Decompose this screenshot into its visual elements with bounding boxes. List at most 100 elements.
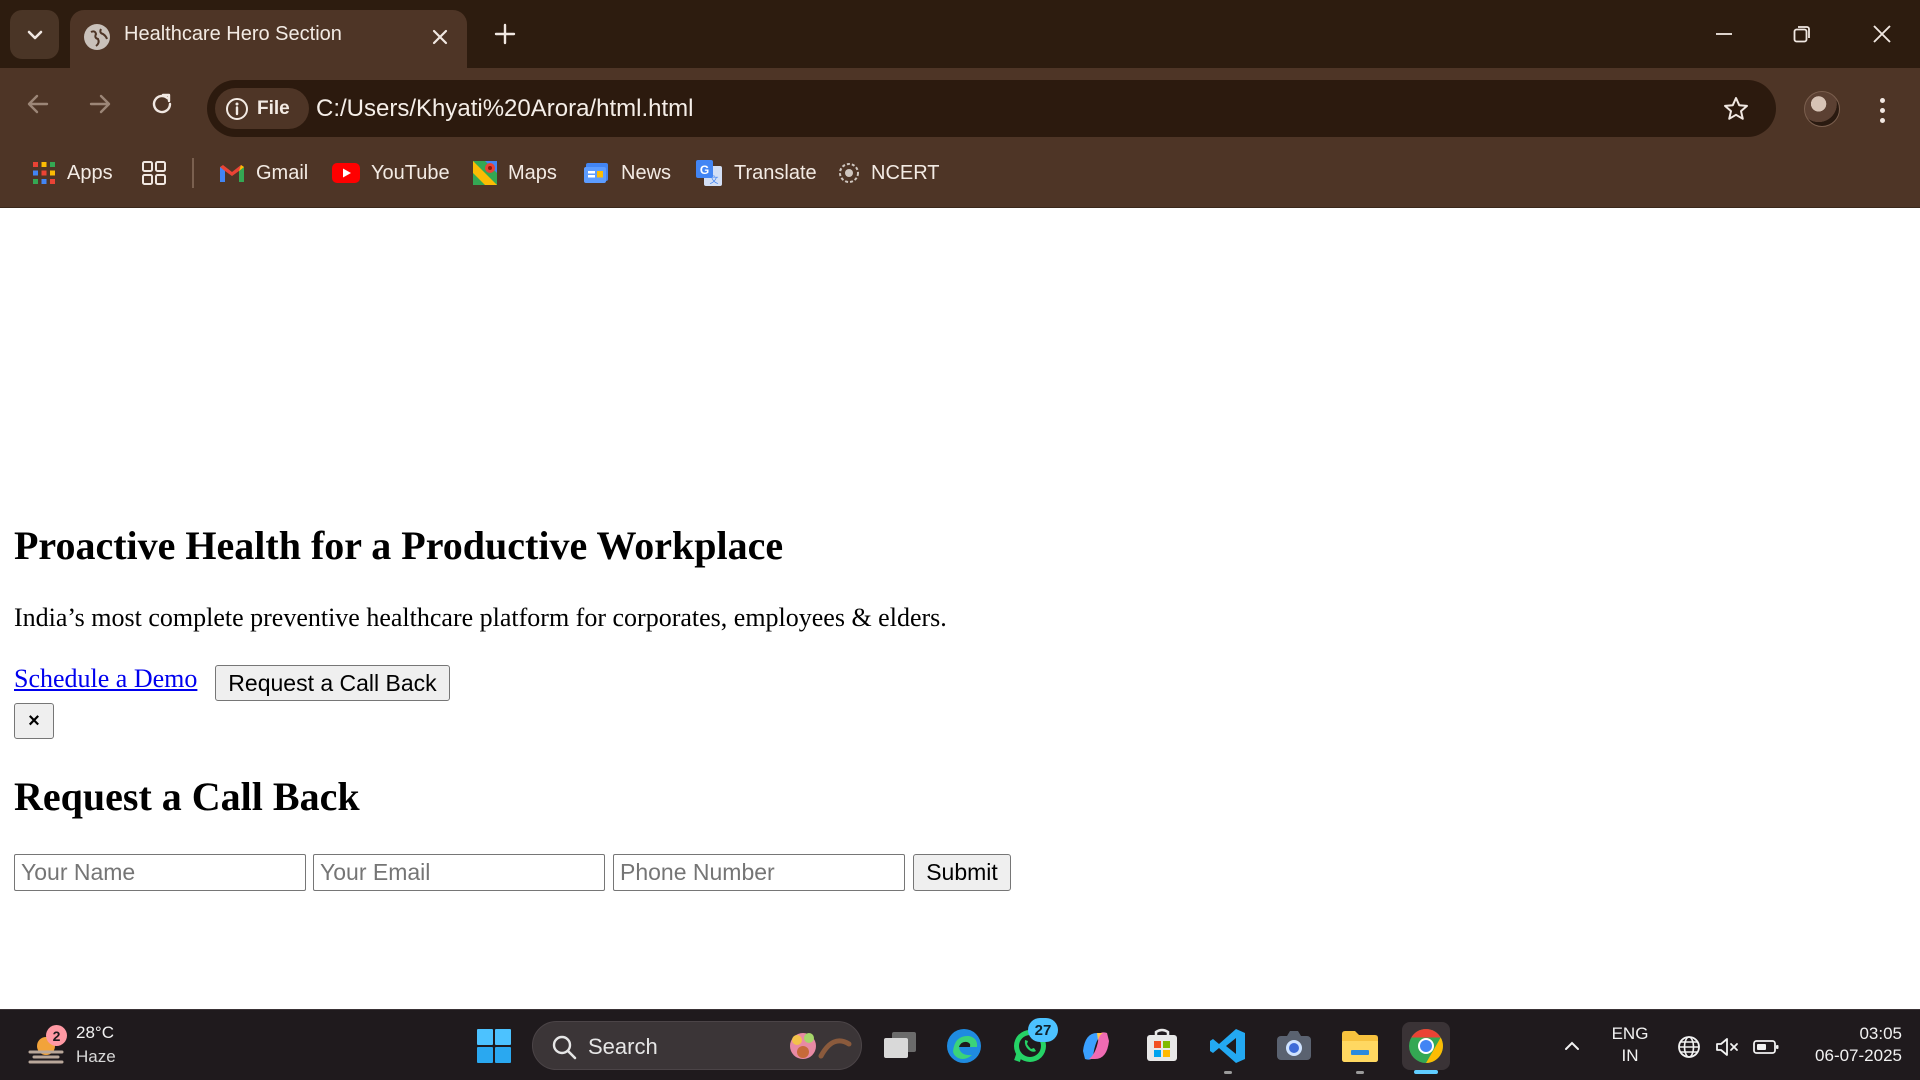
file-explorer-app[interactable] bbox=[1336, 1022, 1384, 1070]
edge-icon bbox=[947, 1029, 981, 1063]
bookmark-maps[interactable]: Maps bbox=[473, 156, 557, 190]
back-button[interactable] bbox=[16, 82, 60, 126]
bookmark-news[interactable]: News bbox=[584, 156, 671, 190]
svg-text:G: G bbox=[700, 163, 709, 177]
task-view-button[interactable] bbox=[876, 1022, 924, 1070]
weather-condition: Haze bbox=[76, 1047, 116, 1066]
bookmark-label: Maps bbox=[508, 161, 557, 184]
clock[interactable]: 03:05 06-07-2025 bbox=[1790, 1023, 1902, 1067]
chrome-active-indicator bbox=[1414, 1070, 1438, 1074]
restore-button[interactable] bbox=[1774, 10, 1830, 58]
profile-avatar[interactable] bbox=[1804, 91, 1840, 127]
tab-title: Healthcare Hero Section bbox=[124, 23, 342, 45]
youtube-icon bbox=[332, 163, 360, 183]
url-text[interactable]: C:/Users/Khyati%20Arora/html.html bbox=[316, 95, 693, 123]
windows-logo-icon bbox=[477, 1029, 511, 1063]
hero-title: Proactive Health for a Productive Workpl… bbox=[14, 523, 784, 568]
show-hidden-icons-button[interactable] bbox=[1552, 1022, 1592, 1070]
whatsapp-badge: 27 bbox=[1028, 1018, 1058, 1042]
explorer-running-indicator bbox=[1356, 1071, 1364, 1074]
site-info-label: File bbox=[257, 97, 290, 119]
arrow-left-icon bbox=[27, 94, 49, 114]
close-tab-icon[interactable] bbox=[427, 24, 453, 50]
gmail-icon bbox=[220, 165, 244, 182]
weather-widget[interactable]: 2 28°C Haze bbox=[26, 1020, 146, 1072]
clock-date: 06-07-2025 bbox=[1815, 1046, 1902, 1065]
tab-groups-icon bbox=[142, 161, 166, 185]
whatsapp-app[interactable]: 27 bbox=[1006, 1018, 1058, 1070]
hero-subtitle: India’s most complete preventive healthc… bbox=[14, 603, 947, 632]
submit-button[interactable]: Submit bbox=[913, 854, 1011, 891]
weather-temperature: 28°C bbox=[76, 1023, 114, 1042]
form-title: Request a Call Back bbox=[14, 774, 360, 819]
news-icon bbox=[584, 163, 608, 183]
vscode-app[interactable] bbox=[1204, 1022, 1252, 1070]
phone-input[interactable] bbox=[613, 854, 905, 891]
reload-button[interactable] bbox=[140, 82, 184, 126]
volume-muted-icon bbox=[1716, 1038, 1738, 1056]
close-icon bbox=[1873, 25, 1891, 43]
edge-app[interactable] bbox=[940, 1022, 988, 1070]
request-callback-button[interactable]: Request a Call Back bbox=[215, 665, 450, 701]
taskbar: 2 28°C Haze Search 27 ENG IN 03:05 06-07… bbox=[0, 1009, 1920, 1080]
store-icon bbox=[1147, 1028, 1177, 1061]
bookmark-translate[interactable]: G文 Translate bbox=[695, 156, 817, 190]
bookmark-star-icon[interactable] bbox=[1720, 93, 1752, 125]
browser-menu-icon[interactable] bbox=[1866, 90, 1898, 130]
bookmark-gmail[interactable]: Gmail bbox=[219, 156, 308, 190]
address-bar[interactable]: File C:/Users/Khyati%20Arora/html.html bbox=[207, 80, 1776, 137]
input-language[interactable]: ENG IN bbox=[1606, 1023, 1654, 1067]
close-modal-button[interactable]: × bbox=[14, 703, 54, 739]
bookmark-label: YouTube bbox=[371, 161, 450, 184]
svg-text:文: 文 bbox=[709, 174, 718, 185]
forward-button[interactable] bbox=[78, 82, 122, 126]
taskbar-search[interactable]: Search bbox=[532, 1021, 862, 1070]
translate-icon: G文 bbox=[696, 160, 722, 186]
name-input[interactable] bbox=[14, 854, 306, 891]
maps-icon bbox=[473, 161, 497, 185]
bookmark-label: Gmail bbox=[256, 161, 309, 184]
language-code: ENG bbox=[1611, 1024, 1649, 1043]
apps-grid-icon bbox=[33, 162, 55, 184]
weather-badge: 2 bbox=[46, 1025, 67, 1046]
site-info-chip[interactable]: File bbox=[215, 88, 309, 129]
chrome-app[interactable] bbox=[1402, 1022, 1450, 1070]
region-code: IN bbox=[1621, 1046, 1639, 1065]
info-icon bbox=[226, 97, 248, 120]
bookmarks-divider bbox=[192, 158, 194, 188]
schedule-demo-link[interactable]: Schedule a Demo bbox=[14, 664, 197, 694]
search-icon bbox=[552, 1035, 577, 1060]
start-button[interactable] bbox=[470, 1022, 518, 1070]
copilot-app[interactable] bbox=[1072, 1022, 1120, 1070]
battery-icon bbox=[1753, 1040, 1779, 1054]
store-app[interactable] bbox=[1138, 1022, 1186, 1070]
task-view-icon bbox=[884, 1032, 916, 1058]
email-input[interactable] bbox=[313, 854, 605, 891]
bookmark-label: Apps bbox=[67, 161, 113, 184]
plus-icon bbox=[494, 23, 516, 45]
quick-settings-button[interactable] bbox=[1668, 1022, 1788, 1070]
ncert-icon bbox=[839, 163, 859, 183]
bookmarks-bar: Apps Gmail YouTube Maps News G文 Translat… bbox=[0, 138, 1920, 208]
bookmark-apps[interactable]: Apps bbox=[32, 156, 113, 190]
chevron-up-icon bbox=[1565, 1041, 1579, 1050]
globe-icon bbox=[84, 24, 110, 50]
tab-groups-button[interactable] bbox=[141, 156, 167, 190]
bookmark-youtube[interactable]: YouTube bbox=[332, 156, 450, 190]
minimize-button[interactable] bbox=[1696, 10, 1752, 58]
chrome-icon bbox=[1409, 1029, 1443, 1063]
search-highlight-icon bbox=[790, 1033, 852, 1059]
tab-search-button[interactable] bbox=[10, 10, 59, 59]
vscode-running-indicator bbox=[1224, 1071, 1232, 1074]
network-globe-icon bbox=[1678, 1036, 1700, 1058]
arrow-right-icon bbox=[89, 94, 111, 114]
new-tab-button[interactable] bbox=[488, 17, 522, 51]
close-window-button[interactable] bbox=[1854, 10, 1910, 58]
active-tab[interactable]: Healthcare Hero Section bbox=[70, 10, 467, 68]
folder-icon bbox=[1342, 1031, 1378, 1062]
reload-icon bbox=[152, 93, 172, 114]
camera-app[interactable] bbox=[1270, 1022, 1318, 1070]
bookmark-ncert[interactable]: NCERT bbox=[838, 156, 940, 190]
bookmark-label: Translate bbox=[734, 161, 817, 184]
page-viewport: Proactive Health for a Productive Workpl… bbox=[0, 209, 1920, 1009]
